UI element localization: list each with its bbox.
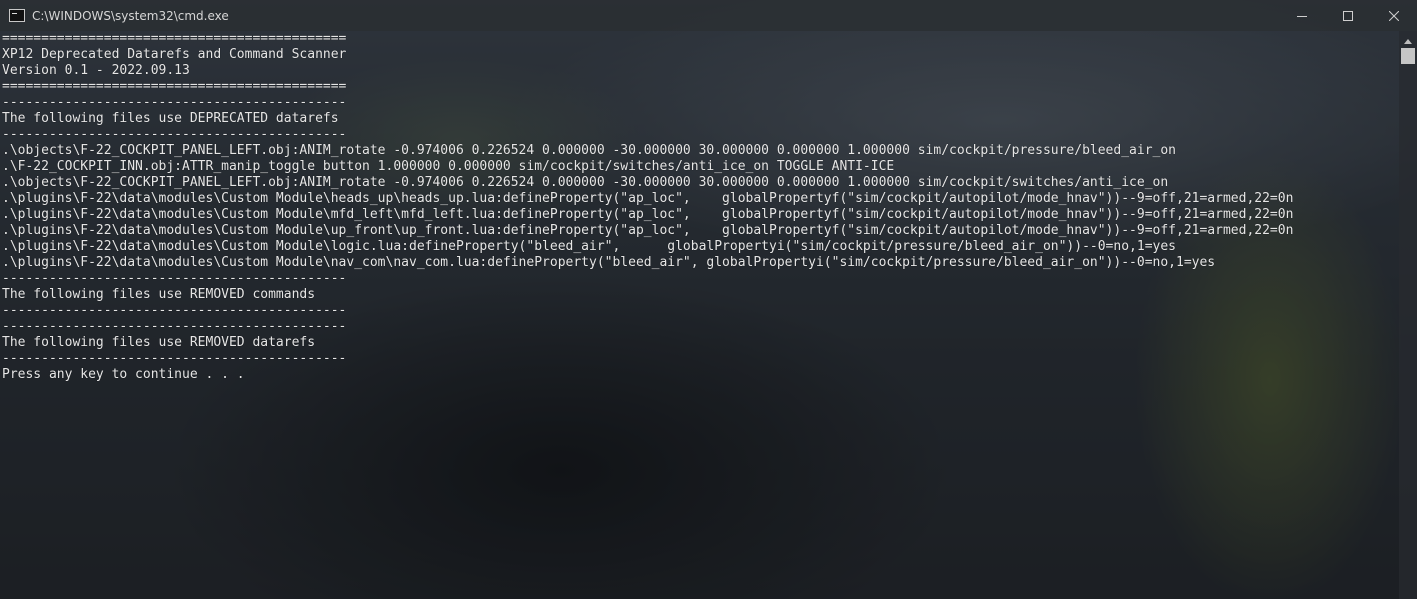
console-line: .\F-22_COCKPIT_INN.obj:ATTR_manip_toggle… — [2, 159, 895, 174]
console-line: ----------------------------------------… — [2, 351, 347, 366]
console-line: ========================================… — [2, 31, 347, 46]
console-line: .\plugins\F-22\data\modules\Custom Modul… — [2, 207, 1294, 222]
console-line: .\objects\F-22_COCKPIT_PANEL_LEFT.obj:AN… — [2, 143, 1176, 158]
console-output-area[interactable]: ========================================… — [0, 31, 1399, 599]
console-line: .\objects\F-22_COCKPIT_PANEL_LEFT.obj:AN… — [2, 175, 1169, 190]
scroll-up-button[interactable] — [1399, 31, 1417, 48]
console-line: ----------------------------------------… — [2, 319, 347, 334]
title-bar[interactable]: C:\WINDOWS\system32\cmd.exe — [0, 0, 1417, 31]
console-line: ----------------------------------------… — [2, 303, 347, 318]
console-line: .\plugins\F-22\data\modules\Custom Modul… — [2, 255, 1216, 270]
vertical-scrollbar[interactable] — [1399, 31, 1417, 599]
console-line: The following files use REMOVED commands — [2, 287, 316, 302]
scroll-thumb[interactable] — [1401, 48, 1415, 64]
maximize-button[interactable] — [1325, 0, 1371, 31]
maximize-icon — [1343, 10, 1353, 21]
close-icon — [1389, 10, 1399, 21]
console-line: ----------------------------------------… — [2, 127, 347, 142]
console-prompt-line: Press any key to continue . . . — [2, 367, 245, 382]
console-line: ========================================… — [2, 79, 347, 94]
minimize-icon — [1297, 11, 1307, 21]
console-line: Version 0.1 - 2022.09.13 — [2, 63, 190, 78]
console-line: .\plugins\F-22\data\modules\Custom Modul… — [2, 223, 1294, 238]
window-controls — [1279, 0, 1417, 31]
window-title: C:\WINDOWS\system32\cmd.exe — [32, 8, 229, 23]
console-line: XP12 Deprecated Datarefs and Command Sca… — [2, 47, 347, 62]
scroll-up-arrow-icon — [1404, 31, 1412, 49]
console-line: .\plugins\F-22\data\modules\Custom Modul… — [2, 239, 1176, 254]
console-line: The following files use REMOVED datarefs — [2, 335, 316, 350]
console-app-icon[interactable] — [9, 9, 25, 22]
minimize-button[interactable] — [1279, 0, 1325, 31]
console-text: ========================================… — [2, 31, 1293, 383]
cmd-window: C:\WINDOWS\system32\cmd.exe ============… — [0, 0, 1417, 599]
console-line: The following files use DEPRECATED datar… — [2, 111, 339, 126]
console-line: .\plugins\F-22\data\modules\Custom Modul… — [2, 191, 1294, 206]
console-line: ----------------------------------------… — [2, 95, 347, 110]
close-button[interactable] — [1371, 0, 1417, 31]
console-line: ----------------------------------------… — [2, 271, 347, 286]
